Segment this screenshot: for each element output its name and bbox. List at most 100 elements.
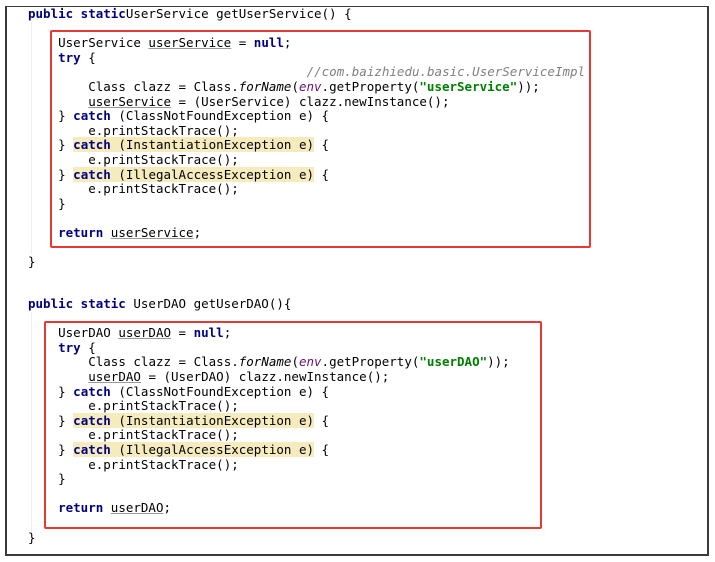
code-token: userService bbox=[148, 35, 232, 51]
code-line: } catch (ClassNotFoundException e) { bbox=[58, 384, 329, 399]
code-token: e.printStackTrace(); bbox=[88, 456, 239, 472]
code-token: } bbox=[58, 137, 74, 153]
code-token: { bbox=[314, 166, 330, 182]
code-line: } bbox=[28, 254, 36, 269]
code-line: public staticUserService getUserService(… bbox=[28, 6, 352, 21]
code-token: return bbox=[58, 500, 104, 516]
code-line: } catch (IllegalAccessException e) { bbox=[58, 442, 329, 457]
code-token: null bbox=[193, 325, 224, 341]
code-token: = (UserDAO) clazz.newInstance(); bbox=[140, 369, 390, 384]
code-token: ; bbox=[223, 325, 232, 341]
code-token: } bbox=[58, 471, 66, 487]
code-token: (InstantiationException e) bbox=[110, 137, 315, 153]
code-line: e.printStackTrace(); bbox=[88, 457, 239, 472]
code-editor: public staticUserService getUserService(… bbox=[0, 0, 715, 562]
code-token: { bbox=[314, 442, 330, 457]
code-token: userDAO bbox=[118, 325, 172, 341]
code-token: catch bbox=[73, 137, 111, 153]
code-token: )); bbox=[487, 354, 510, 370]
code-line: } bbox=[58, 471, 66, 486]
code-line: userDAO = (UserDAO) clazz.newInstance(); bbox=[88, 369, 389, 384]
code-token: public static bbox=[28, 296, 126, 311]
code-token: userService bbox=[110, 225, 194, 240]
code-token: } bbox=[58, 383, 74, 399]
code-token: = (UserService) clazz.newInstance(); bbox=[171, 93, 450, 109]
code-token: forName bbox=[238, 354, 292, 370]
code-line: e.printStackTrace(); bbox=[88, 123, 239, 138]
code-token: e.printStackTrace(); bbox=[88, 152, 239, 167]
code-token: ; bbox=[163, 500, 172, 516]
code-token: ( bbox=[291, 79, 299, 94]
code-token: = bbox=[231, 35, 254, 51]
code-token: { bbox=[314, 412, 330, 428]
code-line: return userService; bbox=[58, 225, 201, 240]
code-token: return bbox=[58, 225, 104, 240]
code-token: catch bbox=[73, 442, 111, 457]
code-token: (IllegalAccessException e) bbox=[110, 166, 315, 182]
code-token: = bbox=[171, 325, 194, 341]
code-token: .getProperty( bbox=[321, 79, 420, 94]
code-line: } catch (IllegalAccessException e) { bbox=[58, 166, 330, 182]
code-line: UserDAO userDAO = null; bbox=[58, 325, 231, 340]
code-token: env bbox=[298, 354, 322, 370]
code-token: } bbox=[58, 442, 74, 457]
code-line: return userDAO; bbox=[58, 500, 171, 515]
code-token: null bbox=[253, 35, 284, 51]
code-token: UserDAO getUserDAO(){ bbox=[125, 296, 292, 311]
code-token: ; bbox=[283, 35, 292, 51]
code-token: catch bbox=[73, 166, 111, 182]
code-token: forName bbox=[238, 79, 292, 94]
code-token: e.printStackTrace(); bbox=[88, 398, 239, 414]
code-token: e.printStackTrace(); bbox=[88, 181, 239, 197]
code-token: catch bbox=[73, 412, 111, 428]
code-token: { bbox=[80, 339, 96, 355]
code-token: public static bbox=[28, 6, 126, 21]
code-token: UserService getUserService() { bbox=[125, 6, 352, 21]
code-token: .getProperty( bbox=[321, 354, 420, 370]
code-token: } bbox=[28, 529, 36, 545]
code-token: } bbox=[58, 166, 74, 182]
code-line: try { bbox=[58, 50, 96, 65]
code-token: ( bbox=[291, 354, 299, 370]
code-line: //com.baizhiedu.basic.UserServiceImpl bbox=[307, 64, 585, 79]
code-token: } bbox=[58, 108, 74, 124]
code-line: } bbox=[28, 530, 36, 545]
code-token: } bbox=[58, 412, 74, 428]
code-token: try bbox=[58, 339, 81, 355]
code-token: //com.baizhiedu.basic.UserServiceImpl bbox=[306, 64, 586, 80]
code-line: } catch (InstantiationException e) { bbox=[58, 137, 330, 153]
code-line: } catch (ClassNotFoundException e) { bbox=[58, 108, 329, 123]
code-line: public static UserDAO getUserDAO(){ bbox=[28, 296, 291, 311]
code-token: "userService" bbox=[419, 79, 518, 94]
code-line: e.printStackTrace(); bbox=[88, 181, 239, 196]
code-token: UserDAO bbox=[58, 325, 119, 341]
code-token: e.printStackTrace(); bbox=[88, 427, 239, 443]
code-token: (ClassNotFoundException e) { bbox=[110, 383, 330, 399]
code-token: { bbox=[314, 137, 330, 153]
code-token: Class clazz = Class. bbox=[88, 354, 239, 370]
code-token: (ClassNotFoundException e) { bbox=[110, 108, 330, 124]
code-token: userService bbox=[88, 93, 172, 109]
code-line: Class clazz = Class.forName(env.getPrope… bbox=[88, 79, 540, 94]
code-token: { bbox=[80, 49, 96, 65]
code-token: try bbox=[58, 49, 81, 65]
code-token: ; bbox=[193, 225, 202, 240]
code-token: catch bbox=[73, 383, 111, 399]
code-line: try { bbox=[58, 340, 96, 355]
code-token: catch bbox=[73, 108, 111, 124]
code-token: Class clazz = Class. bbox=[88, 79, 239, 94]
code-token: } bbox=[28, 254, 36, 270]
code-line: e.printStackTrace(); bbox=[88, 398, 239, 413]
code-line: } bbox=[58, 196, 66, 211]
code-line: Class clazz = Class.forName(env.getPrope… bbox=[88, 354, 509, 369]
code-token: (InstantiationException e) bbox=[110, 412, 315, 428]
code-token: "userDAO" bbox=[419, 354, 488, 370]
code-line: e.printStackTrace(); bbox=[88, 427, 239, 442]
code-line: UserService userService = null; bbox=[58, 35, 291, 50]
code-token: )); bbox=[517, 79, 540, 94]
code-token: (IllegalAccessException e) bbox=[110, 442, 315, 457]
code-token: userDAO bbox=[110, 500, 164, 516]
code-token: } bbox=[58, 195, 66, 211]
